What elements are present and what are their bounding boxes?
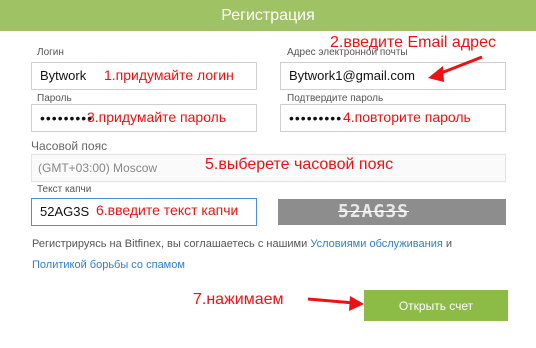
open-account-button[interactable]: Открыть счет	[364, 290, 508, 321]
